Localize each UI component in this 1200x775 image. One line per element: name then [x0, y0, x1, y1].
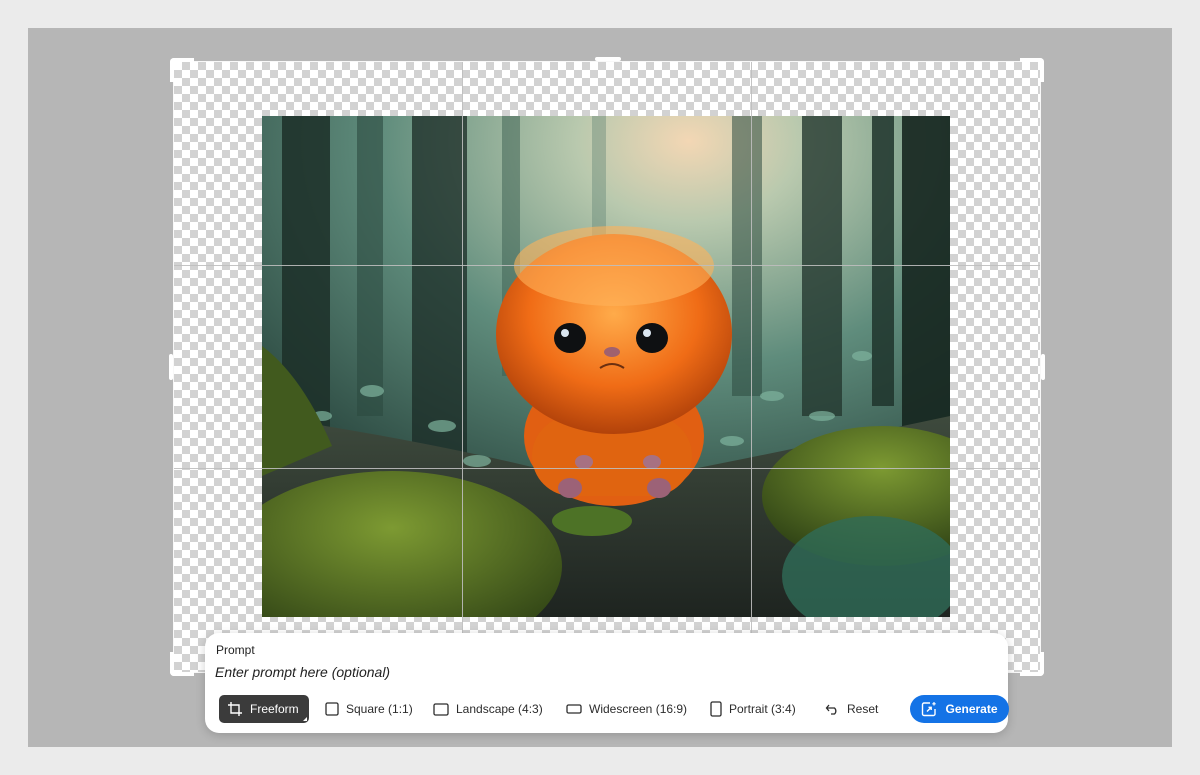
undo-icon [825, 703, 840, 715]
landscape-button[interactable]: Landscape (4:3) [433, 695, 543, 723]
prompt-input[interactable] [215, 661, 775, 683]
grid-line-vertical-2 [751, 62, 752, 672]
square-label: Square (1:1) [346, 702, 413, 716]
crop-handle-right[interactable] [1041, 354, 1045, 380]
freeform-label: Freeform [250, 702, 299, 716]
portrait-icon [710, 701, 722, 717]
crop-handle-top-right[interactable] [1020, 58, 1044, 82]
grid-line-horizontal-2 [174, 468, 1040, 469]
generative-expand-icon [921, 701, 937, 717]
landscape-label: Landscape (4:3) [456, 702, 543, 716]
crop-icon [227, 701, 243, 717]
square-icon [325, 702, 339, 716]
widescreen-icon [566, 704, 582, 714]
widescreen-button[interactable]: Widescreen (16:9) [566, 695, 687, 723]
portrait-button[interactable]: Portrait (3:4) [710, 695, 796, 723]
widescreen-label: Widescreen (16:9) [589, 702, 688, 716]
image-layer[interactable] [262, 116, 950, 617]
reset-label: Reset [847, 702, 879, 716]
freeform-button[interactable]: Freeform [219, 695, 309, 723]
prompt-panel: Prompt Freeform Square (1:1) [205, 633, 1009, 733]
generate-label: Generate [945, 702, 998, 716]
prompt-label: Prompt [216, 643, 255, 657]
forest-creature-image [262, 116, 950, 617]
crop-handle-bottom-left[interactable] [170, 652, 194, 676]
aspect-ratio-toolbar: Freeform Square (1:1) Landscape (4:3) Wi… [219, 695, 1009, 723]
crop-handle-top-left[interactable] [170, 58, 194, 82]
dropdown-corner-icon [302, 717, 307, 721]
portrait-label: Portrait (3:4) [729, 702, 796, 716]
landscape-icon [433, 702, 449, 716]
square-button[interactable]: Square (1:1) [325, 695, 413, 723]
generate-button[interactable]: Generate [910, 695, 1009, 723]
grid-line-vertical-1 [462, 62, 463, 672]
crop-handle-bottom-right[interactable] [1020, 652, 1044, 676]
crop-handle-top[interactable] [595, 57, 621, 61]
crop-frame[interactable] [169, 57, 1045, 676]
reset-button[interactable]: Reset [825, 695, 878, 723]
grid-line-horizontal-1 [174, 265, 1040, 266]
crop-handle-left[interactable] [169, 354, 173, 380]
